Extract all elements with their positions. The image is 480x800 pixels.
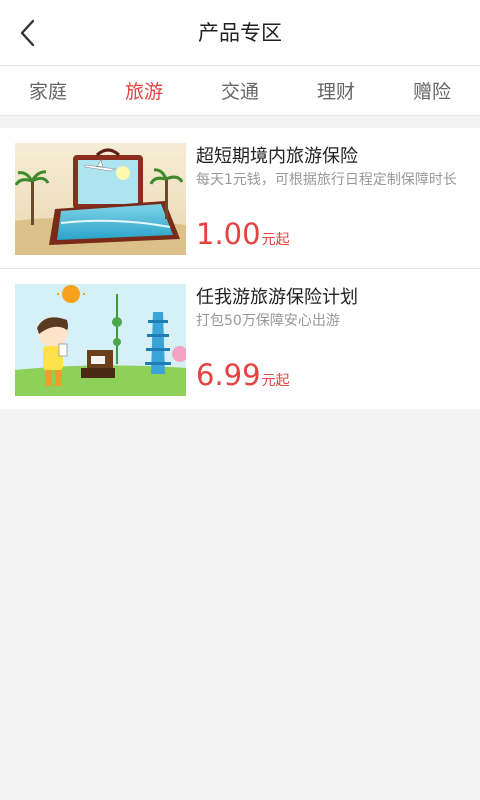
product-price: 1.00	[196, 217, 261, 251]
suitcase-beach-travel-image	[15, 143, 186, 255]
product-item-free-travel-plan[interactable]: 任我游旅游保险计划 打包50万保障安心出游 6.99 元起	[0, 268, 480, 409]
price-row: 6.99 元起	[196, 357, 290, 393]
price-unit: 元起	[261, 232, 290, 248]
product-description: 每天1元钱，可根据旅行日程定制保障时长	[196, 172, 457, 188]
product-item-short-term-travel[interactable]: 超短期境内旅游保险 每天1元钱，可根据旅行日程定制保障时长 1.00 元起	[0, 128, 480, 268]
tab-gift-insurance[interactable]: 赠险	[384, 66, 480, 115]
price-row: 1.00 元起	[196, 216, 290, 252]
product-description: 打包50万保障安心出游	[196, 313, 340, 329]
tab-finance[interactable]: 理财	[288, 66, 384, 115]
top-bar: 产品专区	[0, 0, 480, 66]
page-title: 产品专区	[198, 21, 282, 45]
product-price: 6.99	[196, 358, 261, 392]
category-tabs: 家庭 旅游 交通 理财 赠险	[0, 66, 480, 116]
product-title: 任我游旅游保险计划	[196, 287, 358, 308]
product-list: 超短期境内旅游保险 每天1元钱，可根据旅行日程定制保障时长 1.00 元起 任我…	[0, 128, 480, 409]
cartoon-traveler-landmarks-image	[15, 284, 186, 396]
tab-family[interactable]: 家庭	[0, 66, 96, 115]
tab-traffic[interactable]: 交通	[192, 66, 288, 115]
price-unit: 元起	[261, 373, 290, 389]
product-title: 超短期境内旅游保险	[196, 146, 358, 167]
tab-travel[interactable]: 旅游	[96, 66, 192, 115]
